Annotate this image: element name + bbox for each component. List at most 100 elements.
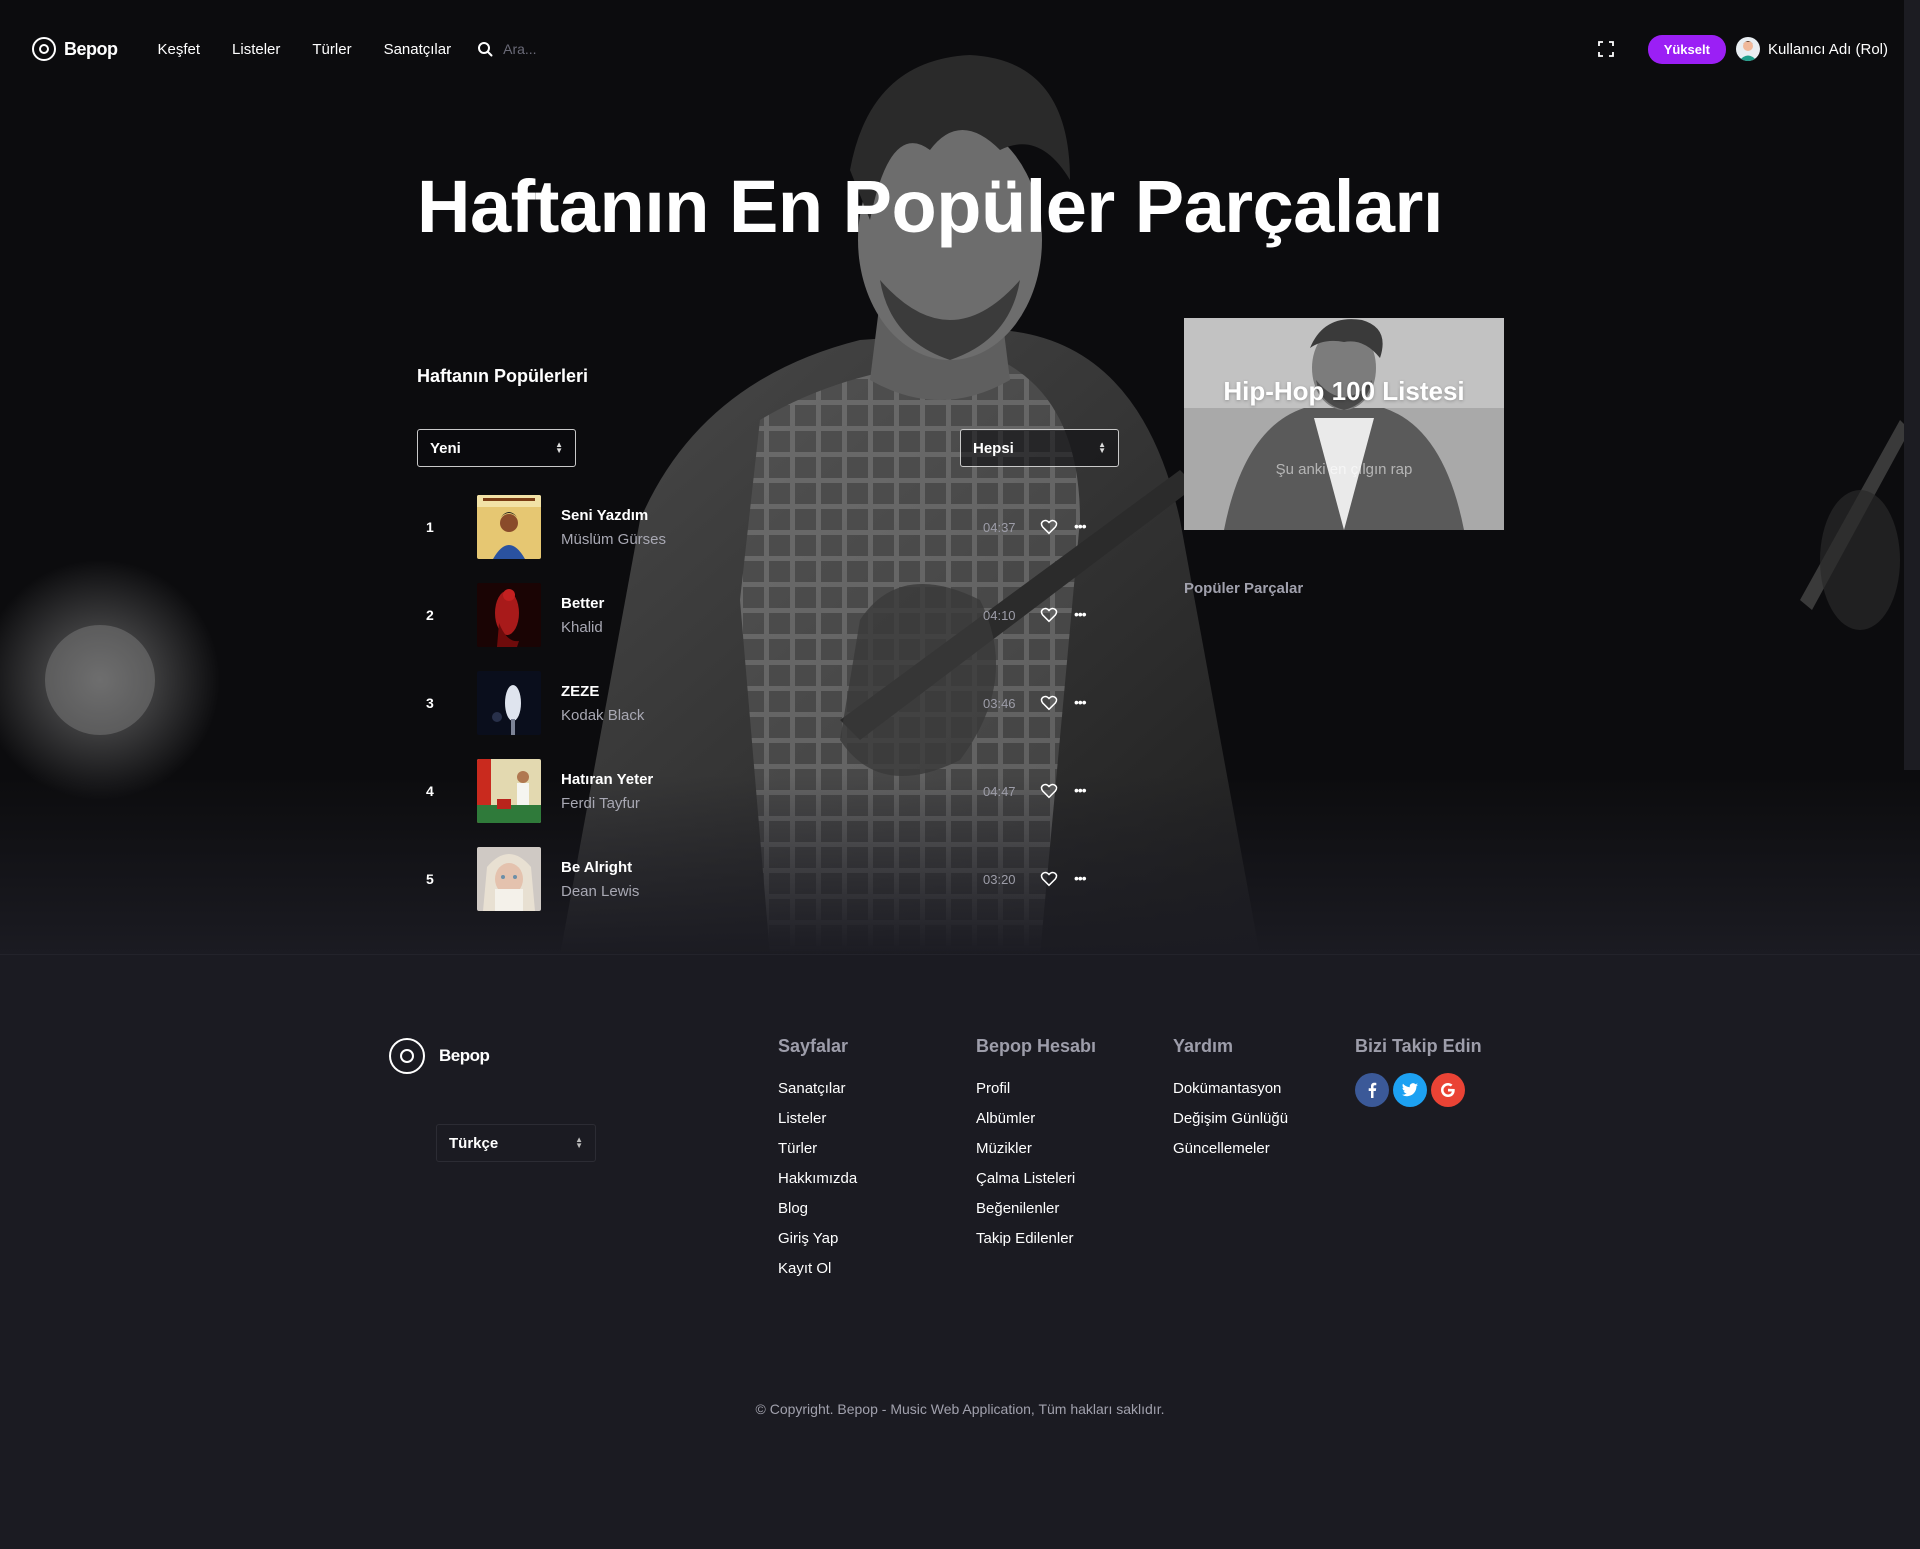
track-row[interactable]: 1 Seni Yazdım Müslüm Gürses 04:37 •••	[417, 495, 1117, 559]
logo-icon	[32, 37, 56, 61]
logo-text: Bepop	[64, 38, 118, 59]
footer-link[interactable]: Çalma Listeleri	[976, 1164, 1096, 1194]
footer-column-pages: Sayfalar Sanatçılar Listeler Türler Hakk…	[778, 1036, 857, 1284]
select-arrows-icon: ▲ ▼	[555, 440, 563, 455]
footer-link[interactable]: Albümler	[976, 1104, 1096, 1134]
track-info: Be Alright Dean Lewis	[561, 859, 639, 900]
copyright: © Copyright. Bepop - Music Web Applicati…	[755, 1401, 1165, 1417]
filter-select[interactable]: Hepsi ▲ ▼	[960, 429, 1119, 467]
google-icon[interactable]	[1431, 1073, 1465, 1107]
heart-icon[interactable]	[1040, 694, 1058, 712]
track-row[interactable]: 4 Hatıran Yeter Ferdi Tayfur 04:47 •••	[417, 759, 1117, 823]
track-cover[interactable]	[477, 759, 541, 823]
promo-image	[1184, 318, 1504, 530]
nav-link-genres[interactable]: Türler	[312, 41, 351, 58]
nav-links: Keşfet Listeler Türler Sanatçılar	[158, 41, 452, 58]
filter-select-value: Hepsi	[973, 439, 1014, 457]
footer-link[interactable]: Blog	[778, 1194, 857, 1224]
footer-link[interactable]: Beğenilenler	[976, 1194, 1096, 1224]
track-duration: 04:37	[983, 519, 1016, 535]
language-select-value: Türkçe	[449, 1134, 499, 1152]
track-number: 2	[426, 607, 434, 623]
track-artist[interactable]: Müslüm Gürses	[561, 531, 666, 548]
track-artist[interactable]: Kodak Black	[561, 707, 644, 724]
track-cover[interactable]	[477, 583, 541, 647]
track-title[interactable]: ZEZE	[561, 683, 644, 700]
avatar	[1735, 37, 1760, 61]
facebook-icon[interactable]	[1355, 1073, 1389, 1107]
track-artist[interactable]: Khalid	[561, 619, 604, 636]
more-options-icon[interactable]: •••	[1074, 693, 1090, 711]
language-select[interactable]: Türkçe ▲ ▼	[436, 1124, 596, 1162]
nav-right: Yükselt Kullanıcı Adı (Rol)	[1596, 34, 1888, 64]
footer-link[interactable]: Giriş Yap	[778, 1224, 857, 1254]
promo-card[interactable]: Hip-Hop 100 Listesi Şu anki en çılgın ra…	[1184, 318, 1504, 530]
footer-link[interactable]: Sanatçılar	[778, 1074, 857, 1104]
track-title[interactable]: Better	[561, 595, 604, 612]
track-cover[interactable]	[477, 671, 541, 735]
footer-link[interactable]: Dokümantasyon	[1173, 1074, 1288, 1104]
more-options-icon[interactable]: •••	[1074, 517, 1090, 535]
logo[interactable]: Bepop	[32, 37, 118, 61]
track-info: Hatıran Yeter Ferdi Tayfur	[561, 771, 653, 812]
footer-link[interactable]: Listeler	[778, 1104, 857, 1134]
track-artist[interactable]: Ferdi Tayfur	[561, 795, 653, 812]
twitter-icon[interactable]	[1393, 1073, 1427, 1107]
more-options-icon[interactable]: •••	[1074, 869, 1090, 887]
track-cover[interactable]	[477, 847, 541, 911]
user-name: Kullanıcı Adı (Rol)	[1767, 40, 1888, 58]
footer-link[interactable]: Değişim Günlüğü	[1173, 1104, 1288, 1134]
track-duration: 04:10	[983, 607, 1016, 623]
track-title[interactable]: Hatıran Yeter	[561, 771, 653, 788]
track-artist[interactable]: Dean Lewis	[561, 883, 639, 900]
footer-link[interactable]: Güncellemeler	[1173, 1134, 1288, 1164]
track-info: ZEZE Kodak Black	[561, 683, 644, 724]
search-input[interactable]	[503, 41, 664, 57]
track-cover[interactable]	[477, 495, 541, 559]
promo-subtitle: Şu anki en çılgın rap	[1275, 461, 1413, 478]
search-bar	[477, 41, 664, 57]
footer-column-title: Bizi Takip Edin	[1355, 1036, 1482, 1056]
heart-icon[interactable]	[1040, 518, 1058, 536]
heart-icon[interactable]	[1040, 782, 1058, 800]
nav-link-discover[interactable]: Keşfet	[158, 41, 201, 58]
nav-link-lists[interactable]: Listeler	[232, 41, 280, 58]
footer-link[interactable]: Profil	[976, 1074, 1096, 1104]
footer-logo[interactable]: Bepop	[389, 1038, 490, 1074]
logo-text: Bepop	[439, 1046, 490, 1065]
select-arrows-icon: ▲ ▼	[1098, 440, 1106, 455]
track-row[interactable]: 2 Better Khalid 04:10 •••	[417, 583, 1117, 647]
footer-column-title: Sayfalar	[778, 1036, 849, 1056]
heart-icon[interactable]	[1040, 606, 1058, 624]
footer-link[interactable]: Müzikler	[976, 1134, 1096, 1164]
more-options-icon[interactable]: •••	[1074, 605, 1090, 623]
user-menu[interactable]: Kullanıcı Adı (Rol)	[1735, 37, 1888, 61]
track-row[interactable]: 3 ZEZE Kodak Black 03:46 •••	[417, 671, 1117, 735]
track-number: 5	[426, 871, 434, 887]
more-options-icon[interactable]: •••	[1074, 781, 1090, 799]
page-title: Haftanın En Popüler Parçaları	[417, 165, 1443, 248]
footer-column-help: Yardım Dokümantasyon Değişim Günlüğü Gün…	[1173, 1036, 1288, 1164]
social-links	[1355, 1073, 1482, 1107]
nav-link-artists[interactable]: Sanatçılar	[384, 41, 452, 58]
track-title[interactable]: Be Alright	[561, 859, 639, 876]
fullscreen-icon[interactable]	[1596, 39, 1616, 59]
scrollbar[interactable]	[1904, 0, 1920, 770]
footer-link[interactable]: Türler	[778, 1134, 857, 1164]
footer-link[interactable]: Takip Edilenler	[976, 1224, 1096, 1254]
sort-select[interactable]: Yeni ▲ ▼	[417, 429, 576, 467]
track-title[interactable]: Seni Yazdım	[561, 507, 666, 524]
heart-icon[interactable]	[1040, 870, 1058, 888]
footer-link[interactable]: Kayıt Ol	[778, 1254, 857, 1284]
sidebar-title: Popüler Parçalar	[1184, 580, 1304, 597]
footer-column-account: Bepop Hesabı Profil Albümler Müzikler Ça…	[976, 1036, 1096, 1254]
upgrade-button[interactable]: Yükselt	[1647, 34, 1726, 64]
top-navbar: Bepop Keşfet Listeler Türler Sanatçılar …	[0, 0, 1920, 98]
track-row[interactable]: 5 Be Alright Dean Lewis 03:20 •••	[417, 847, 1117, 911]
promo-title: Hip-Hop 100 Listesi	[1223, 376, 1465, 406]
logo-icon	[389, 1038, 425, 1074]
search-icon[interactable]	[477, 41, 493, 57]
track-duration: 03:20	[983, 871, 1016, 887]
track-number: 3	[426, 695, 434, 711]
footer-link[interactable]: Hakkımızda	[778, 1164, 857, 1194]
